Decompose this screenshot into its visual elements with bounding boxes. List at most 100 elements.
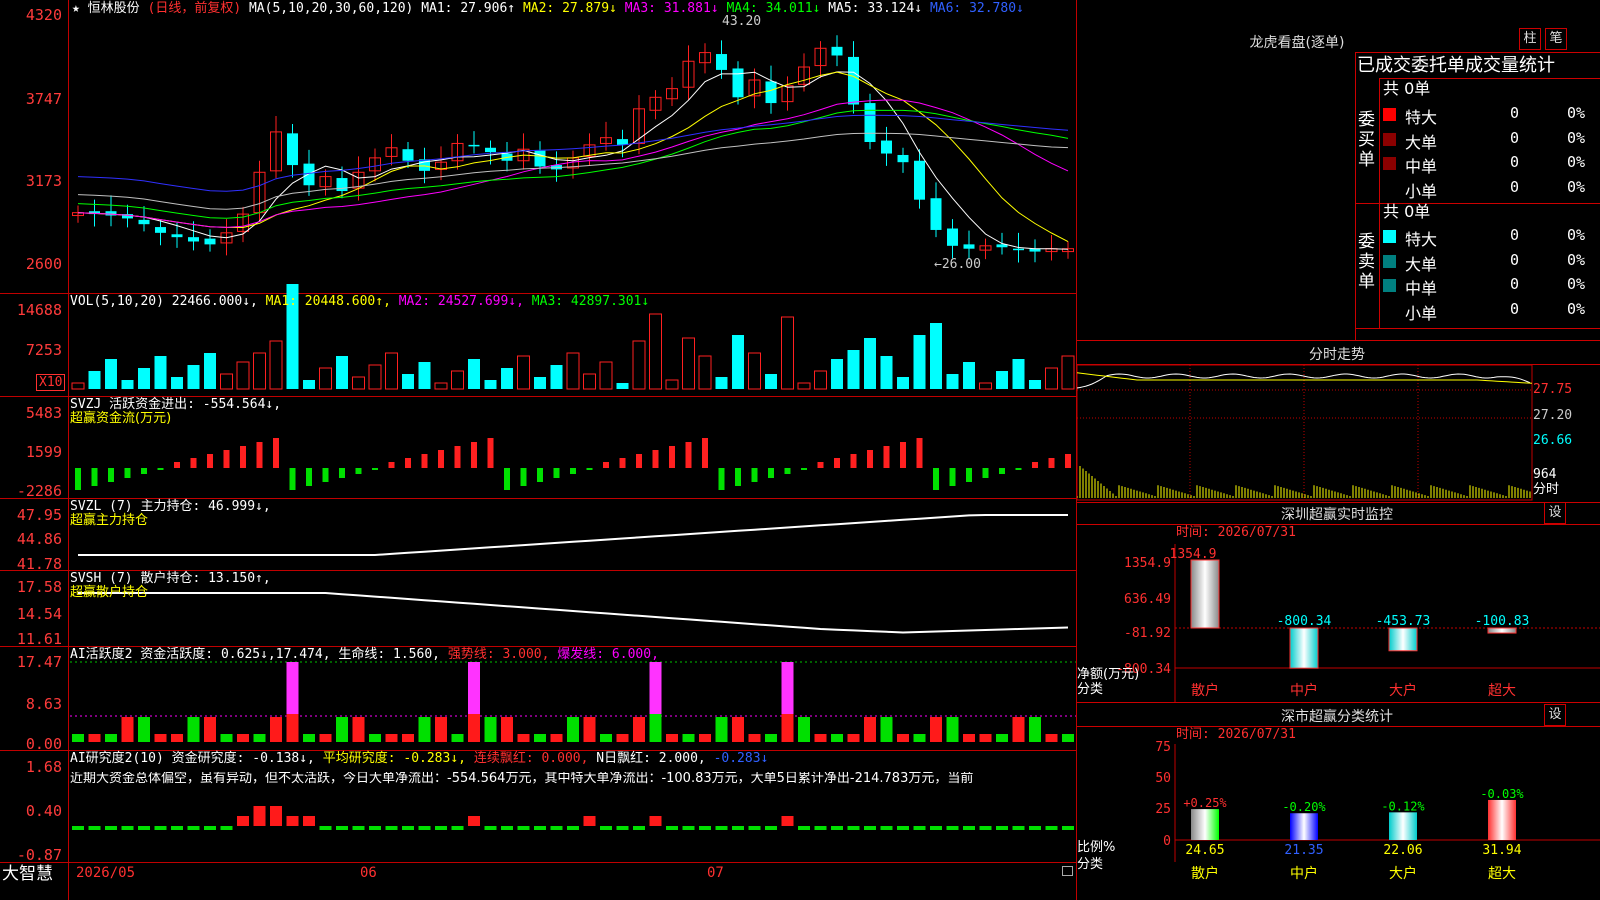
research-bar: [765, 826, 777, 830]
sell-row-count: 0: [1510, 299, 1520, 318]
ai2-axis-2: 0.40: [25, 802, 62, 820]
research-bar: [171, 826, 183, 830]
flow-bar: [157, 468, 164, 470]
kline-panel[interactable]: ★ 恒林股份 (日线，前复权) MA(5,10,20,30,60,120) MA…: [0, 0, 1077, 900]
research-bar: [550, 826, 563, 830]
volume-bar: [468, 359, 480, 389]
activity-bar: [897, 734, 909, 742]
activity-bar: [1045, 734, 1058, 742]
main-holding-line: [78, 514, 1068, 556]
activity-bar: [204, 717, 216, 742]
flow-bar: [735, 468, 741, 486]
volume-bar: [138, 368, 150, 389]
flow-bar: [751, 468, 758, 482]
activity-bar: [550, 734, 563, 742]
tick-mode-button[interactable]: 笔: [1545, 28, 1567, 50]
activity-bar: [781, 714, 794, 742]
research-bar: [1012, 826, 1025, 830]
research-bar: [402, 826, 414, 830]
research-bar: [72, 826, 84, 830]
flow-bar: [784, 468, 791, 474]
monitor-bar-value: -453.73: [1376, 614, 1431, 629]
lock-icon[interactable]: [1062, 866, 1073, 876]
activity-bar: [385, 734, 398, 742]
activity-bar: [930, 717, 942, 742]
research-bar: [303, 816, 315, 826]
activity-bar: [154, 734, 167, 742]
buy-row-count: 0: [1510, 177, 1520, 196]
candle-body: [105, 211, 117, 216]
research-bar: [336, 826, 348, 830]
activity-bar: [732, 717, 744, 742]
flow-bar: [636, 454, 642, 468]
flow-bar: [702, 438, 708, 468]
flow-bar: [768, 468, 774, 478]
activity-bar: [171, 734, 183, 742]
volume-bar: [402, 374, 414, 389]
vol-ma2: MA2: 24527.699↓,: [398, 294, 524, 309]
research-bar: [501, 826, 513, 830]
classify-category: 散户: [1191, 865, 1219, 882]
classify-axis-label: 25: [1155, 802, 1171, 817]
monitor-bar-value: -800.34: [1277, 614, 1332, 629]
volume-bar: [88, 371, 101, 389]
research-bar: [847, 826, 860, 830]
activity-bar: [105, 734, 117, 742]
flow-bar: [900, 442, 906, 468]
activity-bar: [286, 714, 299, 742]
sell-row-name: 小单: [1405, 303, 1438, 323]
research-bar: [517, 826, 530, 830]
flow-bar: [174, 462, 180, 468]
activity-bar: [864, 717, 876, 742]
research-bar: [105, 826, 117, 830]
ai2-red: 连续飘红: 0.000,: [473, 751, 589, 766]
svzl-axis-1: 47.95: [16, 506, 62, 524]
activity-bar: [814, 734, 827, 742]
volume-bar: [550, 365, 563, 389]
adjust-mode[interactable]: (日线，前复权): [148, 1, 242, 16]
brand-label: 大智慧: [2, 864, 53, 884]
classify-ylabel: 比例%: [1077, 840, 1116, 855]
monitor-bar: [1190, 559, 1220, 629]
volume-bar: [715, 377, 728, 389]
research-bar: [369, 826, 381, 830]
volume-bar: [946, 374, 959, 389]
research-bar: [1062, 826, 1074, 830]
volume-bar: [517, 355, 530, 390]
research-bar: [187, 826, 200, 830]
candle-body: [188, 237, 199, 242]
flow-bar: [91, 468, 98, 486]
flow-bar: [669, 446, 675, 468]
candle-body: [864, 103, 876, 142]
high-mark: 43.20: [722, 14, 762, 29]
price-axis-1: 4320: [25, 6, 62, 24]
candle-body: [155, 227, 166, 233]
activity-bar: [831, 734, 843, 742]
research-bar: [864, 826, 876, 830]
volume-bar: [187, 365, 200, 389]
ma3-value: MA3: 31.881↓: [624, 1, 719, 16]
favorite-star-icon[interactable]: ★: [72, 1, 80, 16]
activity-peak-bar: [649, 662, 662, 714]
volume-bar: [765, 374, 777, 389]
intraday-panel[interactable]: 分时走势 27.75 27.20 26.66 964 分时: [1077, 340, 1600, 502]
volume-bar: [583, 373, 596, 390]
volume-bar: [418, 362, 431, 389]
activity-bar: [880, 717, 893, 742]
activity-bar: [913, 734, 926, 742]
research-bar: [930, 826, 942, 830]
bar-mode-button[interactable]: 柱: [1519, 28, 1541, 50]
date-label-3: 07: [707, 865, 724, 881]
volume-bar: [534, 377, 546, 389]
flow-bar: [867, 450, 873, 468]
vol-axis-1: 14688: [16, 301, 62, 319]
activity-bar: [468, 714, 480, 742]
svsh-label: SVSH (7) 散户持仓: 13.150↑,: [70, 571, 271, 586]
sell-row-count: 0: [1510, 275, 1520, 293]
classify-bar-change: -0.03%: [1480, 787, 1524, 801]
intraday-axis-1: 27.75: [1533, 382, 1573, 397]
research-bar: [913, 826, 926, 830]
research-bar: [666, 826, 678, 830]
flow-bar: [1048, 458, 1055, 468]
candle-body: [171, 234, 183, 238]
